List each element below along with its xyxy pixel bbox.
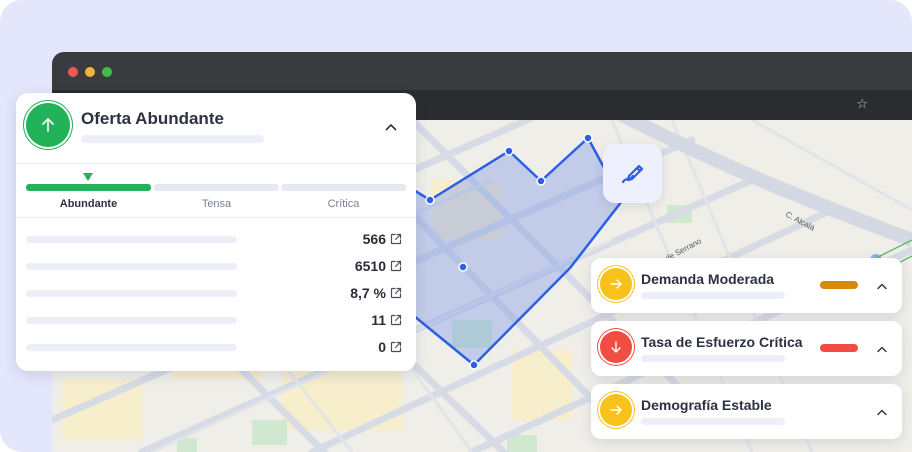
- chevron-up-icon: [877, 283, 887, 289]
- indicator-card-demografia[interactable]: Demografía Estable: [591, 384, 902, 439]
- arrow-right-icon: [610, 279, 622, 289]
- external-link-icon[interactable]: [390, 287, 402, 299]
- panel-subtitle-placeholder: [81, 135, 264, 143]
- card-subtitle-placeholder: [641, 418, 785, 425]
- metric-value: 0: [378, 339, 386, 355]
- star-icon[interactable]: ☆: [856, 97, 868, 111]
- metric-label-placeholder: [26, 290, 237, 297]
- minimize-window-button[interactable]: [85, 67, 95, 77]
- scale-label-tensa: Tensa: [201, 198, 232, 210]
- close-window-button[interactable]: [68, 67, 78, 77]
- browser-titlebar: [52, 52, 912, 90]
- arrow-down-icon: [611, 341, 621, 353]
- status-icon-circle: [600, 268, 632, 300]
- status-indicator: [820, 281, 858, 289]
- supply-summary-panel: Oferta Abundante Abundante Tensa Crítica…: [16, 93, 416, 371]
- maximize-window-button[interactable]: [102, 67, 112, 77]
- panel-title: Oferta Abundante: [81, 109, 224, 128]
- expand-button[interactable]: [875, 342, 889, 356]
- edit-polygon-button[interactable]: [603, 144, 662, 203]
- expand-button[interactable]: [875, 405, 889, 419]
- metric-row: 0: [26, 338, 416, 358]
- scale-segment-critica: [281, 184, 406, 191]
- status-icon-circle: [26, 103, 70, 147]
- scale-label-abundante: Abundante: [59, 198, 118, 210]
- chevron-up-icon: [385, 124, 397, 131]
- metric-label-placeholder: [26, 344, 237, 351]
- card-title: Tasa de Esfuerzo Crítica: [641, 334, 803, 350]
- chevron-up-icon: [877, 409, 887, 415]
- external-link-icon[interactable]: [390, 233, 402, 245]
- arrow-right-icon: [610, 405, 622, 415]
- chevron-up-icon: [877, 346, 887, 352]
- divider: [16, 163, 416, 164]
- scale-segment-tensa: [154, 184, 279, 191]
- metric-value: 566: [362, 231, 386, 247]
- metric-label-placeholder: [26, 263, 237, 270]
- scale-segment-abundante: [26, 184, 151, 191]
- external-link-icon[interactable]: [390, 314, 402, 326]
- metric-value: 11: [371, 312, 386, 328]
- scale-label-critica: Crítica: [327, 198, 360, 210]
- indicator-card-esfuerzo[interactable]: Tasa de Esfuerzo Crítica: [591, 321, 902, 376]
- status-indicator: [820, 344, 858, 352]
- expand-button[interactable]: [875, 279, 889, 293]
- pencil-icon: [621, 164, 643, 183]
- metric-label-placeholder: [26, 236, 237, 243]
- metric-row: 6510: [26, 257, 416, 277]
- status-icon-circle: [600, 331, 632, 363]
- card-title: Demanda Moderada: [641, 271, 775, 287]
- metric-value: 8,7 %: [350, 285, 386, 301]
- external-link-icon[interactable]: [390, 260, 402, 272]
- collapse-button[interactable]: [384, 120, 398, 134]
- arrow-up-icon: [42, 118, 54, 132]
- status-icon-circle: [600, 394, 632, 426]
- divider: [16, 217, 416, 218]
- metric-value: 6510: [354, 258, 386, 274]
- scale-marker: [83, 173, 93, 181]
- metric-row: 566: [26, 230, 416, 250]
- metric-row: 11: [26, 311, 416, 331]
- indicator-card-demanda[interactable]: Demanda Moderada: [591, 258, 902, 313]
- card-subtitle-placeholder: [641, 355, 785, 362]
- card-title: Demografía Estable: [641, 397, 772, 413]
- card-subtitle-placeholder: [641, 292, 785, 299]
- metric-row: 8,7 %: [26, 284, 416, 304]
- external-link-icon[interactable]: [390, 341, 402, 353]
- metric-label-placeholder: [26, 317, 237, 324]
